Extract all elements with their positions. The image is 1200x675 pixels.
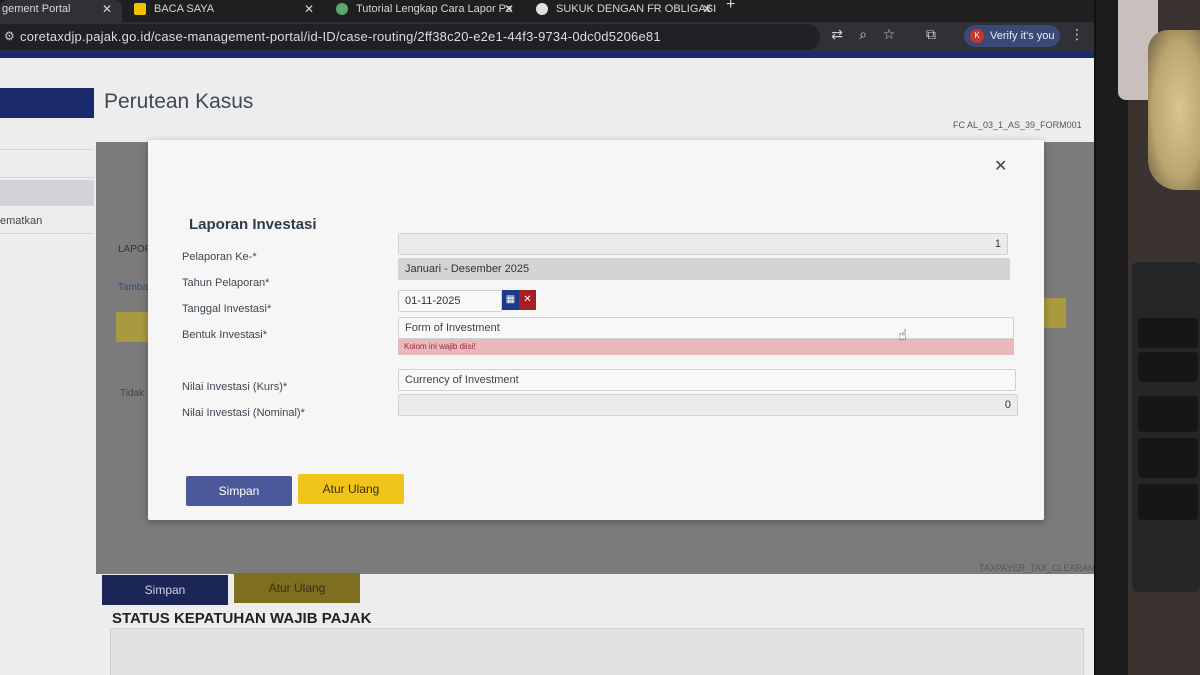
sidebar-item-selected[interactable] [0,180,94,206]
keyboard-key [1138,484,1198,520]
nominal-input[interactable]: 0 [398,394,1018,416]
address-bar: ⚙ coretaxdjp.pajak.go.id/case-management… [0,22,1094,52]
bg-section-label: LAPOF [118,244,151,255]
browser-tab-strip: gement Portal ✕ BACA SAYA ✕ Tutorial Len… [0,0,1094,22]
keyboard-key [1138,318,1198,348]
bentuk-error-message: Kolom ini wajib diisi! [398,339,1014,355]
site-info-icon[interactable]: ⚙ [4,29,15,43]
new-tab-icon[interactable]: + [726,0,735,14]
bg-save-button: Simpan [102,575,228,605]
bentuk-label: Bentuk Investasi* [182,329,267,341]
save-button[interactable]: Simpan [186,476,292,506]
google-icon [536,3,548,15]
calendar-icon[interactable]: ▦ [502,290,519,310]
close-icon[interactable]: ✕ [994,156,1007,176]
zoom-icon[interactable]: ⌕ [854,26,872,43]
kurs-select[interactable]: Currency of Investment [398,369,1016,391]
url-field[interactable]: ⚙ coretaxdjp.pajak.go.id/case-management… [0,24,820,50]
sidebar-item[interactable] [0,152,94,178]
bg-add-link: Tamba [118,282,149,293]
keyboard-key [1138,396,1198,432]
nominal-label: Nilai Investasi (Nominal)* [182,407,305,419]
close-icon[interactable]: ✕ [304,0,314,18]
sidebar-item[interactable]: ematkan [0,208,94,234]
background-object [1148,30,1200,190]
hand-cursor-icon: ☝ [898,327,908,344]
profile-avatar: K [970,29,984,43]
status-section-title: STATUS KEPATUHAN WAJIB PAJAK [112,610,372,627]
laptop-screen: gement Portal ✕ BACA SAYA ✕ Tutorial Len… [0,0,1098,675]
status-box [110,628,1084,675]
translate-icon[interactable]: ⇄ [828,26,846,43]
page-title: Perutean Kasus [104,90,254,113]
tahun-field: Januari - Desember 2025 [398,258,1010,280]
kurs-label: Nilai Investasi (Kurs)* [182,381,288,393]
url-text: coretaxdjp.pajak.go.id/case-management-p… [20,29,661,44]
bg-reset-button: Atur Ulang [234,573,360,603]
investment-report-modal: ✕ Laporan Investasi Pelaporan Ke-* 1 Tah… [148,140,1044,520]
keyboard-key [1138,438,1198,478]
sidebar-item[interactable] [0,124,94,150]
pelaporan-field: 1 [398,233,1008,255]
form-code-bottom: TAXPAYER_TAX_CLEARANCE [979,563,1098,573]
sidebar-header [0,88,94,118]
menu-dots-icon[interactable]: ⋮ [1068,26,1086,43]
close-icon[interactable]: ✕ [102,0,112,18]
bg-tab-label: Tidak [120,388,145,399]
extensions-icon[interactable]: ⧉ [922,26,940,43]
bentuk-select[interactable]: Form of Investment [398,317,1014,339]
tab-sukuk[interactable]: SUKUK DENGAN FR OBLIGASI ✕ [526,0,722,22]
tahun-label: Tahun Pelaporan* [182,277,270,289]
bookmark-star-icon[interactable]: ☆ [880,26,898,43]
tab-tutorial[interactable]: Tutorial Lengkap Cara Lapor Pa ✕ [326,0,524,22]
tab-baca-saya[interactable]: BACA SAYA ✕ [124,0,324,22]
verify-label: Verify it's you [990,30,1055,42]
external-keyboard [1132,262,1200,592]
verify-button[interactable]: K Verify it's you [964,25,1060,47]
keyboard-key [1138,352,1198,382]
tanggal-label: Tanggal Investasi* [182,303,272,315]
close-icon[interactable]: ✕ [504,0,514,18]
tab-favicon-icon [134,3,146,15]
tab-case-management[interactable]: gement Portal ✕ [0,0,122,22]
form-code: FC AL_03_1_AS_39_FORM001 [953,120,1082,130]
tanggal-input[interactable]: 01-11-2025 [398,290,502,312]
modal-title: Laporan Investasi [189,216,317,233]
clear-filter-icon[interactable]: ✕ [519,290,536,310]
tab-favicon-icon [336,3,348,15]
close-icon[interactable]: ✕ [702,0,712,18]
pelaporan-label: Pelaporan Ke-* [182,251,257,263]
reset-button[interactable]: Atur Ulang [298,474,404,504]
